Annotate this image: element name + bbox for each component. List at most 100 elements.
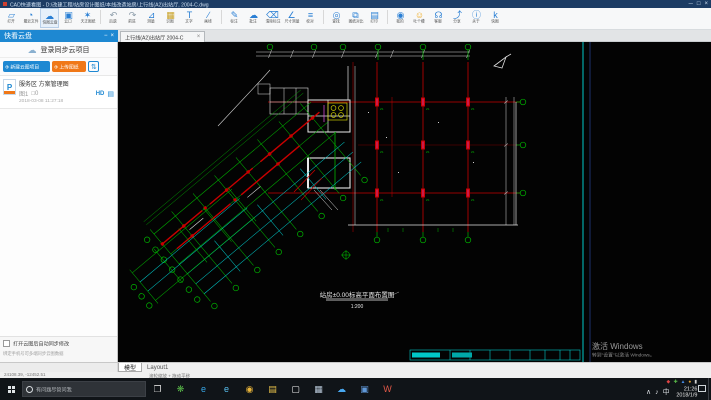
tray-mini-icon[interactable]: ● xyxy=(688,379,691,384)
toolbar-button[interactable]: ∠ 尺寸测量 xyxy=(282,8,301,28)
taskbar-clock[interactable]: 21:26 2018/1/9 xyxy=(676,387,697,400)
language-indicator[interactable]: 中 xyxy=(663,389,670,397)
tab-layout1[interactable]: Layout1 xyxy=(142,363,173,372)
sync-button[interactable]: ⇅ xyxy=(88,61,99,72)
tray-mini-icon[interactable]: ▮ xyxy=(694,379,697,384)
close-button[interactable]: × xyxy=(704,0,708,8)
taskbar-app-icon: W xyxy=(383,384,392,394)
panel-close-button[interactable]: × xyxy=(110,33,114,39)
toolbar-button-label: 尺寸测量 xyxy=(284,20,299,24)
drawing-area[interactable]: Z1Z1Z1 Z1Z1Z1 Z1Z1Z1 xyxy=(118,42,711,362)
toolbar-button[interactable] xyxy=(387,10,388,24)
toolbar-button-icon: ∕ xyxy=(208,10,210,20)
toolbar-button[interactable]: ▦ 识图 xyxy=(161,8,180,28)
auto-sync-label: 打开云图后自动同步修改 xyxy=(13,340,69,348)
sheet-border xyxy=(583,42,590,362)
toolbar-button[interactable]: ▤ 打印 xyxy=(365,8,384,28)
taskbar-app[interactable]: ▣ xyxy=(353,378,376,400)
toolbar-button[interactable]: ◉ 我的 xyxy=(391,8,410,28)
new-cloud-project-button[interactable]: ⊕ 新建云图项目 xyxy=(3,61,50,72)
toolbar-button-icon: ☺ xyxy=(415,10,424,20)
toolbar-button[interactable]: ☁ 批注 xyxy=(244,8,263,28)
bottom-axis-bubbles xyxy=(374,228,471,243)
svg-text:Z1: Z1 xyxy=(426,107,430,111)
toolbar-button[interactable]: ☊ 客服 xyxy=(429,8,448,28)
sync-icon: ⇅ xyxy=(91,63,97,71)
toolbar-button[interactable]: ☺ 吐个槽 xyxy=(410,8,429,28)
toolbar-button[interactable]: ⌫ 清除标注 xyxy=(263,8,282,28)
toolbar-button[interactable]: ≡ 校对 xyxy=(301,8,320,28)
toolbar-button[interactable]: k 快图 xyxy=(486,8,505,28)
toolbar-button-label: 客服 xyxy=(435,20,442,24)
taskbar-app[interactable]: ▢ xyxy=(284,378,307,400)
toolbar-button[interactable] xyxy=(100,10,101,24)
toolbar-button[interactable]: T 文字 xyxy=(180,8,199,28)
tray-mini-icon[interactable]: ◆ xyxy=(667,379,671,384)
action-center-icon[interactable] xyxy=(698,385,706,392)
document-tab[interactable]: 上行线(A2)出站厅 2004-C × xyxy=(120,31,205,42)
taskbar-app-icon: ▤ xyxy=(268,384,277,395)
title-bar: CAD快速看图 - D:/改建工程/站房设计图纸/本线改造站房/上行线(A2)出… xyxy=(0,0,711,8)
toolbar-button[interactable] xyxy=(323,10,324,24)
svg-text:Z1: Z1 xyxy=(426,198,430,202)
toolbar-button[interactable]: ⧉ 图纸对比 xyxy=(346,8,365,28)
taskbar-app[interactable]: ❋ xyxy=(169,378,192,400)
survey-point-symbol xyxy=(341,250,351,260)
taskbar-app[interactable]: ▤ xyxy=(261,378,284,400)
toolbar-button[interactable]: ✶ 天正图纸 xyxy=(78,8,97,28)
cortana-search-box[interactable]: 有问题尽管问我 xyxy=(22,381,146,397)
toolbar-button[interactable]: ↷ 前进 xyxy=(123,8,142,28)
toolbar-button[interactable]: ⊿ 测量 xyxy=(142,8,161,28)
toolbar-button[interactable]: ⤴ 分享 xyxy=(448,8,467,28)
svg-text:Z1: Z1 xyxy=(471,107,475,111)
toolbar-button[interactable]: ◔ 最近文件 xyxy=(21,8,40,28)
file-date: 2018-03-08 11:27:18 xyxy=(19,99,95,104)
toolbar-button[interactable]: ▣ 云口 xyxy=(59,8,78,28)
tray-mini-icon[interactable]: ✚ xyxy=(674,379,678,384)
toolbar-button-icon: ⓘ xyxy=(472,10,481,20)
login-row[interactable]: ☁ 登录同步云项目 xyxy=(0,42,117,58)
taskbar-app[interactable]: ☁ xyxy=(330,378,353,400)
toolbar-button[interactable]: ◎ 查找 xyxy=(327,8,346,28)
toolbar-button-label: 分享 xyxy=(454,20,461,24)
folder-icon[interactable]: ▤ xyxy=(107,90,114,98)
plan-title-block: 站房±0.00标高平面布置图 1:200 xyxy=(320,290,399,310)
cloud-file-item[interactable]: P 服务区 方案管理图 图1 □0 HD ▤ 2018-03-08 11:27:… xyxy=(0,75,117,109)
toolbar-button-icon: ≡ xyxy=(308,10,313,20)
toolbar-button-icon: ▦ xyxy=(166,10,175,20)
taskbar-app[interactable]: W xyxy=(376,378,399,400)
volume-icon[interactable]: ♪ xyxy=(655,389,659,397)
toolbar-button[interactable] xyxy=(221,10,222,24)
toolbar-button[interactable]: ☁ 快图云盘 xyxy=(40,8,59,28)
file-mark-count: □0 xyxy=(31,91,38,97)
tray-mini-icon[interactable]: ▲ xyxy=(681,379,686,384)
minimize-button[interactable]: ─ xyxy=(689,0,693,8)
toolbar-button[interactable]: ▱ 打开 xyxy=(2,8,21,28)
tab-model[interactable]: 模型 xyxy=(118,363,142,372)
toolbar-button[interactable]: ⓘ 关于 xyxy=(467,8,486,28)
maximize-button[interactable]: □ xyxy=(697,0,701,8)
svg-text:Z1: Z1 xyxy=(471,150,475,154)
tray-mini-icons: ◆ ✚ ▲ ● ▮ xyxy=(666,378,697,385)
floor-plan-svg[interactable]: Z1Z1Z1 Z1Z1Z1 Z1Z1Z1 xyxy=(118,42,711,362)
toolbar-button-label: 快图 xyxy=(492,20,499,24)
auto-sync-checkbox[interactable] xyxy=(3,340,10,347)
toolbar-button[interactable]: ∕ 画线 xyxy=(199,8,218,28)
taskbar-app-icon: ▦ xyxy=(314,384,323,395)
taskbar-app[interactable]: e xyxy=(192,378,215,400)
file-thumbnail-icon: P xyxy=(3,79,16,95)
start-button[interactable] xyxy=(0,378,22,400)
tray-chevron-icon[interactable]: ∧ xyxy=(646,389,651,397)
document-tab-close-icon[interactable]: × xyxy=(197,34,201,40)
window-title: CAD快速看图 - D:/改建工程/站房设计图纸/本线改造站房/上行线(A2)出… xyxy=(10,0,587,8)
panel-collapse-button[interactable]: − xyxy=(104,33,108,39)
taskbar-app[interactable]: ▦ xyxy=(307,378,330,400)
toolbar-button-icon: ↶ xyxy=(110,10,118,20)
toolbar-button[interactable]: ↶ 后退 xyxy=(104,8,123,28)
taskbar-app[interactable]: ◉ xyxy=(238,378,261,400)
taskbar-app[interactable]: e xyxy=(215,378,238,400)
toolbar-button-label: 画线 xyxy=(205,20,212,24)
upload-drawing-button[interactable]: ⊕ 上传图纸 xyxy=(52,61,87,72)
taskbar-app[interactable]: ❐ xyxy=(146,378,169,400)
toolbar-button[interactable]: ✎ 标注 xyxy=(225,8,244,28)
